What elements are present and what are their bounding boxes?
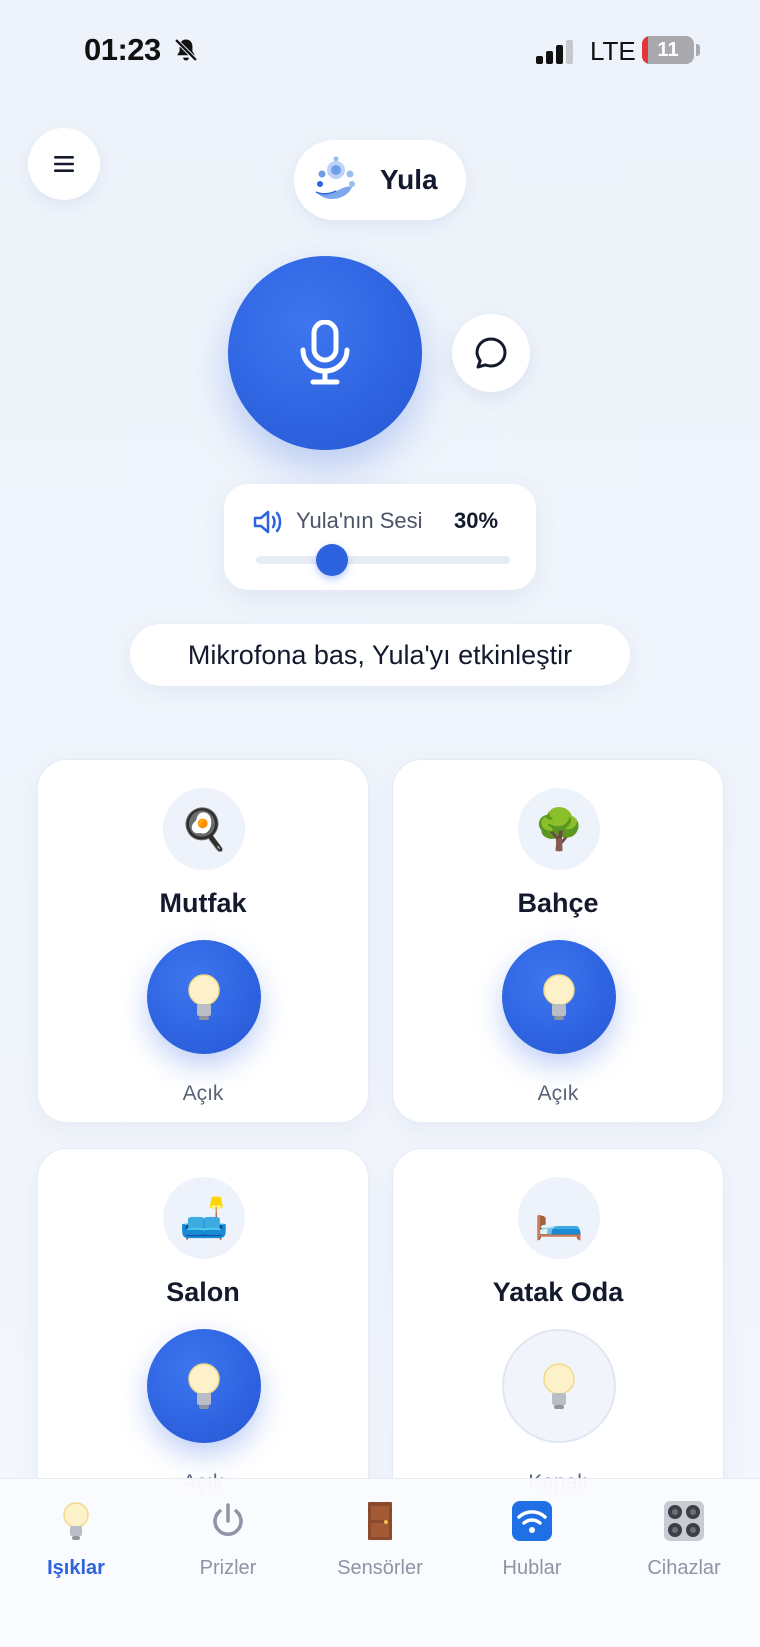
speaker-icon: [253, 510, 282, 534]
network-type: LTE: [590, 36, 636, 66]
volume-value: 30%: [454, 508, 499, 533]
room-card-mutfak: 🍳 Mutfak Açık: [37, 759, 369, 1123]
chat-bubble-icon: [475, 337, 507, 369]
tab-label: Sensörler: [337, 1557, 423, 1579]
lightbulb-icon: [543, 1363, 575, 1409]
assistant-logo-icon: [315, 156, 355, 199]
tab-label: Hublar: [502, 1557, 562, 1579]
tab-cihazlar[interactable]: Cihazlar: [608, 1499, 760, 1599]
tab-isiklar[interactable]: Işıklar: [0, 1499, 152, 1599]
tab-prizler[interactable]: Prizler: [152, 1499, 304, 1599]
volume-label: Yula'nın Sesi: [296, 508, 423, 533]
wifi-icon: [512, 1501, 552, 1541]
status-bar: 01:23 LTE 11: [0, 0, 760, 100]
microphone-button[interactable]: [228, 256, 422, 450]
volume-slider[interactable]: [256, 544, 510, 576]
signal-icon: [536, 40, 573, 64]
battery-cap: [696, 44, 700, 56]
chat-button[interactable]: [452, 314, 530, 392]
room-card-salon: 🛋️ Salon Açık: [37, 1148, 369, 1512]
lightbulb-icon: [543, 974, 575, 1020]
power-icon: [213, 1503, 243, 1536]
lightbulb-icon: [63, 1502, 89, 1540]
tab-label: Prizler: [199, 1557, 257, 1579]
battery-level: 11: [657, 39, 679, 61]
battery-icon: 11: [642, 36, 694, 64]
tab-label: Cihazlar: [647, 1557, 721, 1579]
room-name: Bahçe: [517, 888, 599, 918]
door-icon: [368, 1502, 392, 1540]
tab-sensorler[interactable]: Sensörler: [304, 1499, 456, 1599]
bell-off-icon: [174, 38, 198, 62]
light-status: Açık: [537, 1082, 579, 1105]
volume-slider-thumb[interactable]: [316, 544, 349, 576]
room-icon: 🛋️: [163, 1177, 245, 1259]
light-toggle-button[interactable]: [147, 940, 261, 1054]
room-card-bahce: 🌳 Bahçe Açık: [392, 759, 724, 1123]
stove-icon: [664, 1501, 704, 1541]
light-toggle-button[interactable]: [147, 1329, 261, 1443]
hamburger-icon: [54, 156, 74, 172]
microphone-icon: [300, 320, 350, 385]
light-toggle-button[interactable]: [502, 940, 616, 1054]
room-name: Yatak Oda: [492, 1277, 624, 1307]
assistant-switcher[interactable]: Yula: [294, 140, 466, 220]
assistant-name: Yula: [380, 164, 438, 195]
room-card-yatak-oda: 🛏️ Yatak Oda Kapalı: [392, 1148, 724, 1512]
light-toggle-button[interactable]: [502, 1329, 616, 1443]
lightbulb-icon: [188, 1363, 220, 1409]
activation-hint: Mikrofona bas, Yula'yı etkinleştir: [130, 624, 630, 686]
room-name: Salon: [166, 1277, 240, 1307]
tab-bar: Işıklar Prizler Sensörler Hublar Cihazla…: [0, 1478, 760, 1647]
assistant-volume-card: Yula'nın Sesi 30%: [224, 484, 536, 590]
status-time: 01:23: [84, 32, 161, 67]
room-name: Mutfak: [159, 888, 247, 918]
menu-button[interactable]: [28, 128, 100, 200]
room-icon: 🛏️: [518, 1177, 600, 1259]
room-icon: 🍳: [163, 788, 245, 870]
tab-hublar[interactable]: Hublar: [456, 1499, 608, 1599]
light-status: Açık: [182, 1082, 224, 1105]
lightbulb-icon: [188, 974, 220, 1020]
tab-label: Işıklar: [47, 1557, 105, 1579]
room-icon: 🌳: [518, 788, 600, 870]
